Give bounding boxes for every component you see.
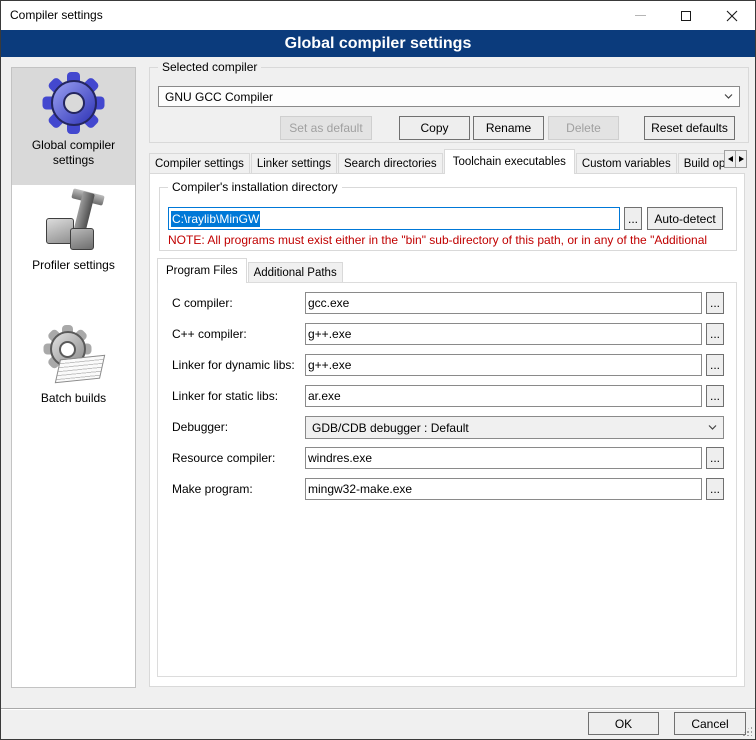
c-compiler-browse-button[interactable]: ... xyxy=(706,292,724,314)
resource-compiler-label: Resource compiler: xyxy=(172,447,275,469)
settings-category-list: Global compiler settings Profiler settin… xyxy=(11,67,136,688)
compiler-select[interactable]: GNU GCC Compiler xyxy=(158,86,740,107)
banner: Global compiler settings xyxy=(1,30,755,57)
caliper-blocks-icon xyxy=(42,190,106,254)
installation-directory-input[interactable]: C:\raylib\MinGW xyxy=(168,207,620,230)
title-bar[interactable]: Compiler settings xyxy=(1,1,755,30)
delete-button[interactable]: Delete xyxy=(548,116,619,140)
window-title: Compiler settings xyxy=(10,1,103,30)
main-tab-strip: Compiler settings Linker settings Search… xyxy=(149,149,747,174)
cpp-compiler-label: C++ compiler: xyxy=(172,323,247,345)
compiler-settings-dialog: Compiler settings Global compiler settin… xyxy=(0,0,756,740)
right-arrow-icon xyxy=(739,156,744,162)
make-program-input[interactable]: mingw32-make.exe xyxy=(305,478,702,500)
debugger-label: Debugger: xyxy=(172,416,228,438)
banner-title: Global compiler settings xyxy=(285,35,472,53)
tab-linker-settings[interactable]: Linker settings xyxy=(251,153,337,173)
subtab-program-files[interactable]: Program Files xyxy=(157,258,247,283)
installation-directory-group-label: Compiler's installation directory xyxy=(168,180,342,194)
minimize-button[interactable] xyxy=(617,1,663,30)
copy-button[interactable]: Copy xyxy=(399,116,470,140)
tab-scroll-arrows xyxy=(725,150,747,168)
linker-static-label: Linker for static libs: xyxy=(172,385,278,407)
installation-directory-group: Compiler's installation directory C:\ray… xyxy=(159,187,737,251)
make-program-browse-button[interactable]: ... xyxy=(706,478,724,500)
debugger-select-value: GDB/CDB debugger : Default xyxy=(312,421,469,435)
resource-compiler-input[interactable]: windres.exe xyxy=(305,447,702,469)
linker-static-input[interactable]: ar.exe xyxy=(305,385,702,407)
installation-directory-browse-button[interactable]: ... xyxy=(624,207,642,230)
tab-search-directories[interactable]: Search directories xyxy=(338,153,443,173)
sidebar-item-profiler-settings[interactable]: Profiler settings xyxy=(12,190,135,294)
sub-tab-strip: Program Files Additional Paths xyxy=(157,258,717,283)
sidebar-item-global-compiler-settings[interactable]: Global compiler settings xyxy=(12,68,135,185)
subtab-additional-paths[interactable]: Additional Paths xyxy=(248,262,343,282)
linker-dynamic-label: Linker for dynamic libs: xyxy=(172,354,295,376)
bin-subdirectory-note: NOTE: All programs must exist either in … xyxy=(168,233,734,247)
tab-scroll-right-button[interactable] xyxy=(735,150,747,168)
linker-dynamic-input[interactable]: g++.exe xyxy=(305,354,702,376)
reset-defaults-button[interactable]: Reset defaults xyxy=(644,116,735,140)
c-compiler-label: C compiler: xyxy=(172,292,233,314)
sidebar-item-label: Global compiler settings xyxy=(12,134,135,168)
program-files-page: C compiler: gcc.exe ... C++ compiler: g+… xyxy=(157,282,737,677)
compiler-select-value: GNU GCC Compiler xyxy=(165,90,273,104)
footer-divider xyxy=(1,708,755,709)
cpp-compiler-browse-button[interactable]: ... xyxy=(706,323,724,345)
tab-custom-variables[interactable]: Custom variables xyxy=(576,153,677,173)
maximize-icon xyxy=(681,11,691,21)
selected-compiler-group-label: Selected compiler xyxy=(158,60,261,74)
linker-static-browse-button[interactable]: ... xyxy=(706,385,724,407)
gear-stack-icon xyxy=(42,323,106,387)
window-controls xyxy=(617,1,755,30)
minimize-icon xyxy=(635,15,646,16)
set-as-default-button[interactable]: Set as default xyxy=(280,116,372,140)
maximize-button[interactable] xyxy=(663,1,709,30)
make-program-label: Make program: xyxy=(172,478,253,500)
rename-button[interactable]: Rename xyxy=(473,116,544,140)
auto-detect-button[interactable]: Auto-detect xyxy=(647,207,723,230)
chevron-down-icon xyxy=(724,94,733,99)
resource-compiler-browse-button[interactable]: ... xyxy=(706,447,724,469)
selected-compiler-group: Selected compiler GNU GCC Compiler Set a… xyxy=(149,67,749,143)
cancel-button[interactable]: Cancel xyxy=(674,712,746,735)
ok-button[interactable]: OK xyxy=(588,712,659,735)
sidebar-item-batch-builds[interactable]: Batch builds xyxy=(12,323,135,418)
c-compiler-input[interactable]: gcc.exe xyxy=(305,292,702,314)
close-icon xyxy=(726,10,738,22)
tab-compiler-settings[interactable]: Compiler settings xyxy=(149,153,250,173)
sidebar-item-label: Profiler settings xyxy=(12,254,135,273)
linker-dynamic-browse-button[interactable]: ... xyxy=(706,354,724,376)
cpp-compiler-input[interactable]: g++.exe xyxy=(305,323,702,345)
close-button[interactable] xyxy=(709,1,755,30)
chevron-down-icon xyxy=(708,425,717,430)
tab-toolchain-executables[interactable]: Toolchain executables xyxy=(444,149,575,174)
installation-directory-value: C:\raylib\MinGW xyxy=(171,211,260,227)
gear-blue-icon xyxy=(43,72,105,134)
debugger-select[interactable]: GDB/CDB debugger : Default xyxy=(305,416,724,439)
sidebar-item-label: Batch builds xyxy=(12,387,135,406)
left-arrow-icon xyxy=(728,156,733,162)
